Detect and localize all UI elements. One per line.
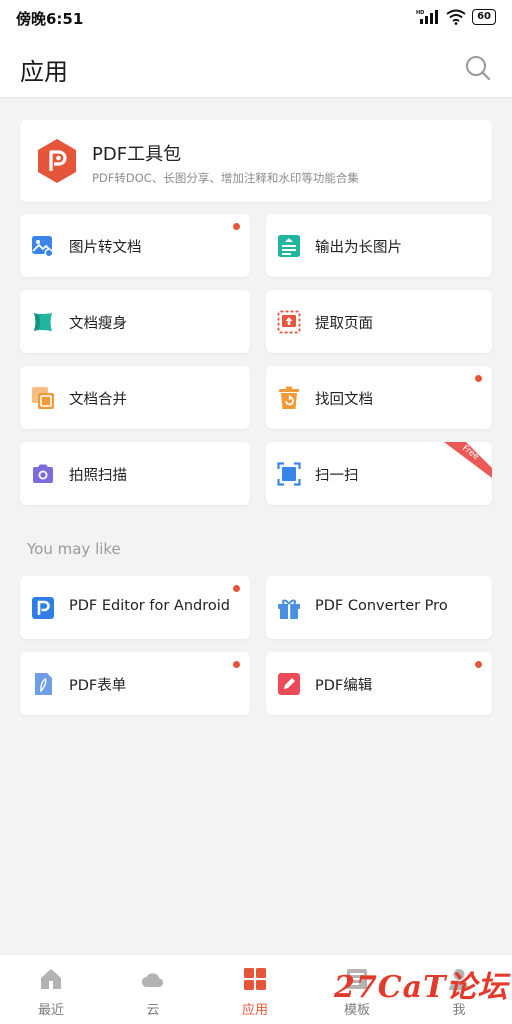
tab-recent[interactable]: 最近 — [0, 955, 102, 1024]
pdf-edit-icon — [278, 673, 300, 695]
svg-text:HD: HD — [416, 10, 424, 16]
camera-icon — [33, 464, 53, 483]
tab-label: 云 — [146, 1003, 160, 1018]
signal-icon: HD — [416, 10, 439, 24]
toolkit-title: PDF工具包 — [92, 144, 182, 165]
tab-cloud[interactable]: 云 — [102, 955, 204, 1024]
status-time: 傍晚6:51 — [16, 10, 84, 28]
image-to-doc-icon — [32, 236, 54, 258]
pdf-form-icon — [35, 673, 52, 695]
rec-label: PDF Converter Pro — [315, 598, 448, 614]
pdf-editor-icon — [32, 597, 54, 619]
tool-photo-scan[interactable]: 拍照扫描 — [20, 442, 250, 505]
gift-icon — [278, 599, 300, 619]
new-indicator-dot — [233, 223, 240, 230]
pdf-toolkit-card[interactable]: PDF工具包 PDF转DOC、长图分享、增加注释和水印等功能合集 — [20, 120, 492, 202]
new-indicator-dot — [233, 661, 240, 668]
long-image-icon — [278, 235, 300, 257]
extract-page-icon — [277, 310, 301, 334]
tool-long-image[interactable]: 输出为长图片 — [266, 214, 492, 277]
apps-icon — [244, 968, 266, 990]
tab-label: 应用 — [241, 1003, 268, 1018]
home-icon — [41, 969, 61, 989]
tool-label: 找回文档 — [315, 392, 373, 408]
app-header: 应用 — [0, 36, 512, 98]
wifi-icon — [446, 9, 466, 25]
rec-label: PDF表单 — [69, 678, 127, 694]
rec-label: PDF Editor for Android — [69, 598, 230, 614]
status-bar: 傍晚6:51 HD 60 — [0, 0, 512, 36]
page-title: 应用 — [20, 58, 68, 86]
tool-label: 拍照扫描 — [69, 468, 127, 484]
new-indicator-dot — [475, 661, 482, 668]
tool-label: 文档合并 — [69, 392, 127, 408]
tool-slim-doc[interactable]: 文档瘦身 — [20, 290, 250, 353]
tab-label: 最近 — [37, 1003, 64, 1018]
status-indicators: HD 60 — [416, 8, 496, 26]
tool-label: 文档瘦身 — [69, 316, 127, 332]
slim-doc-icon — [34, 313, 52, 331]
scan-icon — [277, 462, 301, 486]
toolkit-subtitle: PDF转DOC、长图分享、增加注释和水印等功能合集 — [92, 171, 359, 185]
pdf-toolkit-logo-icon — [38, 139, 76, 183]
tool-extract-page[interactable]: 提取页面 — [266, 290, 492, 353]
tab-apps[interactable]: 应用 — [204, 955, 306, 1024]
recover-doc-icon — [279, 386, 299, 409]
battery-indicator: 60 — [472, 9, 496, 25]
tool-image-to-doc[interactable]: 图片转文档 — [20, 214, 250, 277]
rec-pdf-editor-android[interactable]: PDF Editor for Android — [20, 576, 250, 639]
cloud-icon — [141, 973, 164, 988]
free-badge: Free — [444, 442, 492, 478]
tool-label: 提取页面 — [315, 316, 373, 332]
site-watermark: 27CaT论坛 — [334, 970, 509, 1005]
you-may-like-heading: You may like — [27, 540, 121, 558]
search-icon[interactable] — [464, 54, 492, 82]
rec-pdf-converter-pro[interactable]: PDF Converter Pro — [266, 576, 492, 639]
new-indicator-dot — [475, 375, 482, 382]
tool-recover-doc[interactable]: 找回文档 — [266, 366, 492, 429]
rec-pdf-form[interactable]: PDF表单 — [20, 652, 250, 715]
merge-doc-icon — [32, 387, 54, 409]
tool-label: 扫一扫 — [315, 468, 359, 484]
tool-label: 图片转文档 — [69, 240, 142, 256]
rec-pdf-edit[interactable]: PDF编辑 — [266, 652, 492, 715]
new-indicator-dot — [233, 585, 240, 592]
tool-scan[interactable]: 扫一扫 Free — [266, 442, 492, 505]
tool-merge-doc[interactable]: 文档合并 — [20, 366, 250, 429]
tool-label: 输出为长图片 — [315, 240, 402, 256]
rec-label: PDF编辑 — [315, 678, 373, 694]
